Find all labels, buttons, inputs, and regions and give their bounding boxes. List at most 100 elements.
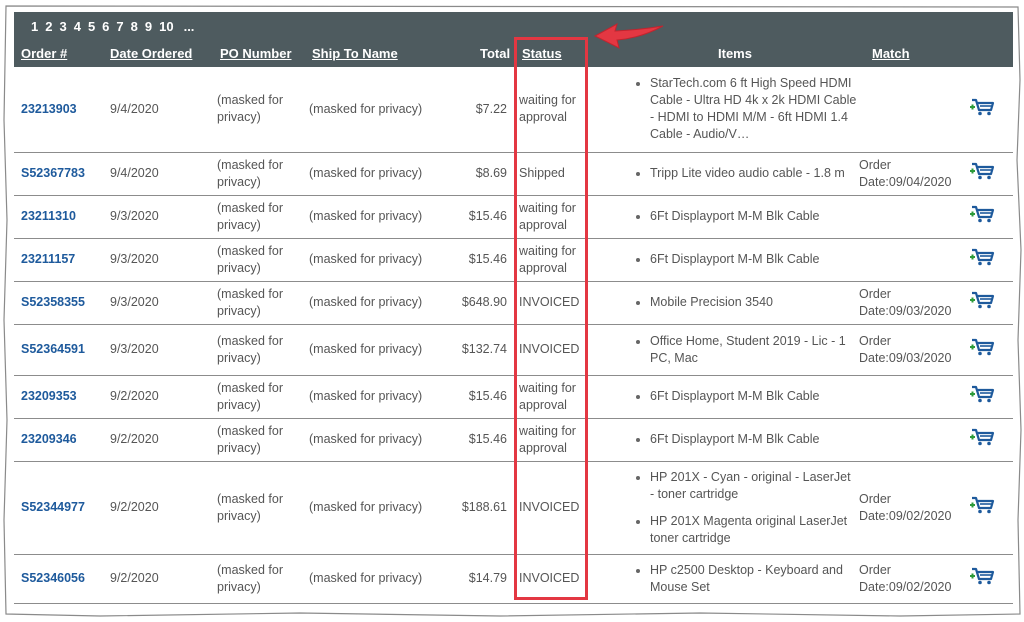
order-number-link[interactable]: S52358355	[14, 295, 85, 309]
po-number: (masked for privacy)	[217, 418, 309, 462]
order-status: INVOICED	[515, 324, 620, 376]
page-link-2[interactable]: 2	[45, 19, 52, 34]
add-to-cart-icon[interactable]	[969, 566, 995, 586]
match-info: Order Date:09/03/2020	[857, 281, 951, 325]
order-number-link[interactable]: 23211310	[14, 209, 76, 223]
order-total: $648.90	[455, 281, 515, 325]
add-to-cart-icon[interactable]	[969, 427, 995, 447]
order-items: HP 201X - Cyan - original - LaserJet - t…	[620, 461, 857, 555]
ship-to-name: (masked for privacy)	[309, 281, 455, 325]
order-number-link[interactable]: 23209353	[14, 389, 77, 403]
add-to-cart-icon[interactable]	[969, 495, 995, 515]
column-ship-to-name[interactable]: Ship To Name	[312, 46, 398, 61]
add-to-cart-icon[interactable]	[969, 247, 995, 267]
order-status: waiting for approval	[515, 375, 620, 419]
date-ordered: 9/2/2020	[107, 554, 217, 604]
page-link-7[interactable]: 7	[116, 19, 123, 34]
column-po-number[interactable]: PO Number	[220, 46, 292, 61]
column-items: Items	[718, 46, 752, 61]
ship-to-name: (masked for privacy)	[309, 418, 455, 462]
add-to-cart-icon[interactable]	[969, 384, 995, 404]
page-link-4[interactable]: 4	[74, 19, 81, 34]
table-row: 23209353 9/2/2020 (masked for privacy) (mas…	[14, 375, 1013, 419]
item-entry: Office Home, Student 2019 - Lic - 1 PC, …	[636, 333, 857, 367]
order-status: INVOICED	[515, 281, 620, 325]
page-link-5[interactable]: 5	[88, 19, 95, 34]
order-number-link[interactable]: S52367783	[14, 166, 85, 180]
order-total: $14.79	[455, 554, 515, 604]
table-row: 23213903 9/4/2020 (masked for privacy) (mas…	[14, 67, 1013, 153]
order-total: $15.46	[455, 375, 515, 419]
order-items: Mobile Precision 3540	[620, 281, 857, 325]
order-number-link[interactable]: 23213903	[14, 102, 77, 116]
table-row: S52344977 9/2/2020 (masked for privacy) (ma…	[14, 461, 1013, 555]
match-info: Order Date:09/03/2020	[857, 324, 951, 376]
item-entry: 6Ft Displayport M-M Blk Cable	[636, 251, 857, 268]
table-row: 23209346 9/2/2020 (masked for privacy) (mas…	[14, 418, 1013, 462]
date-ordered: 9/3/2020	[107, 324, 217, 376]
order-total: $15.46	[455, 238, 515, 282]
item-entry: HP 201X Magenta original LaserJet toner …	[636, 513, 857, 547]
column-status[interactable]: Status	[522, 46, 562, 61]
order-total: $132.74	[455, 324, 515, 376]
add-to-cart-icon[interactable]	[969, 290, 995, 310]
order-items: HP c2500 Desktop - Keyboard and Mouse Se…	[620, 554, 857, 604]
date-ordered: 9/3/2020	[107, 281, 217, 325]
page-link-10[interactable]: 10	[159, 19, 173, 34]
order-total: $15.46	[455, 195, 515, 239]
ship-to-name: (masked for privacy)	[309, 461, 455, 555]
match-info: Order Date:09/02/2020	[857, 554, 951, 604]
po-number: (masked for privacy)	[217, 324, 309, 376]
ship-to-name: (masked for privacy)	[309, 324, 455, 376]
add-to-cart-icon[interactable]	[969, 337, 995, 357]
date-ordered: 9/4/2020	[107, 152, 217, 196]
order-status: waiting for approval	[515, 238, 620, 282]
po-number: (masked for privacy)	[217, 67, 309, 153]
add-to-cart-icon[interactable]	[969, 204, 995, 224]
order-status: INVOICED	[515, 554, 620, 604]
ship-to-name: (masked for privacy)	[309, 152, 455, 196]
order-number-link[interactable]: S52364591	[14, 342, 85, 356]
add-to-cart-icon[interactable]	[969, 161, 995, 181]
page-link-3[interactable]: 3	[59, 19, 66, 34]
item-entry: Mobile Precision 3540	[636, 294, 857, 311]
page-link-6[interactable]: 6	[102, 19, 109, 34]
column-date-ordered[interactable]: Date Ordered	[110, 46, 192, 61]
page-link-8[interactable]: 8	[131, 19, 138, 34]
order-number-link[interactable]: 23209346	[14, 432, 77, 446]
po-number: (masked for privacy)	[217, 238, 309, 282]
po-number: (masked for privacy)	[217, 152, 309, 196]
match-info: Order Date:09/02/2020	[857, 461, 951, 555]
item-entry: 6Ft Displayport M-M Blk Cable	[636, 208, 857, 225]
order-total: $7.22	[455, 67, 515, 153]
po-number: (masked for privacy)	[217, 375, 309, 419]
po-number: (masked for privacy)	[217, 554, 309, 604]
column-match[interactable]: Match	[872, 46, 910, 61]
order-status: waiting for approval	[515, 195, 620, 239]
item-entry: 6Ft Displayport M-M Blk Cable	[636, 388, 857, 405]
ship-to-name: (masked for privacy)	[309, 375, 455, 419]
orders-panel: 1 2 3 4 5 6 7 8 9 10... Order # Date Ordered PO N…	[14, 12, 1013, 608]
order-items: 6Ft Displayport M-M Blk Cable	[620, 238, 857, 282]
page-link-more[interactable]: ...	[184, 19, 195, 34]
ship-to-name: (masked for privacy)	[309, 67, 455, 153]
order-status: waiting for approval	[515, 418, 620, 462]
order-items: Tripp Lite video audio cable - 1.8 m	[620, 152, 857, 196]
order-items: StarTech.com 6 ft High Speed HDMI Cable …	[620, 67, 857, 153]
order-number-link[interactable]: S52344977	[14, 500, 85, 514]
page-link-1[interactable]: 1	[31, 19, 38, 34]
item-entry: Tripp Lite video audio cable - 1.8 m	[636, 165, 857, 182]
date-ordered: 9/2/2020	[107, 375, 217, 419]
table-row: S52358355 9/3/2020 (masked for privacy) (ma…	[14, 281, 1013, 325]
order-items: 6Ft Displayport M-M Blk Cable	[620, 418, 857, 462]
match-info	[857, 67, 951, 153]
order-number-link[interactable]: S52346056	[14, 571, 85, 585]
order-number-link[interactable]: 23211157	[14, 252, 75, 266]
item-entry: HP c2500 Desktop - Keyboard and Mouse Se…	[636, 562, 857, 596]
orders-table: 23213903 9/4/2020 (masked for privacy) (mas…	[14, 67, 1013, 604]
add-to-cart-icon[interactable]	[969, 97, 995, 117]
ship-to-name: (masked for privacy)	[309, 238, 455, 282]
match-info	[857, 238, 951, 282]
page-link-9[interactable]: 9	[145, 19, 152, 34]
column-order-number[interactable]: Order #	[21, 46, 67, 61]
